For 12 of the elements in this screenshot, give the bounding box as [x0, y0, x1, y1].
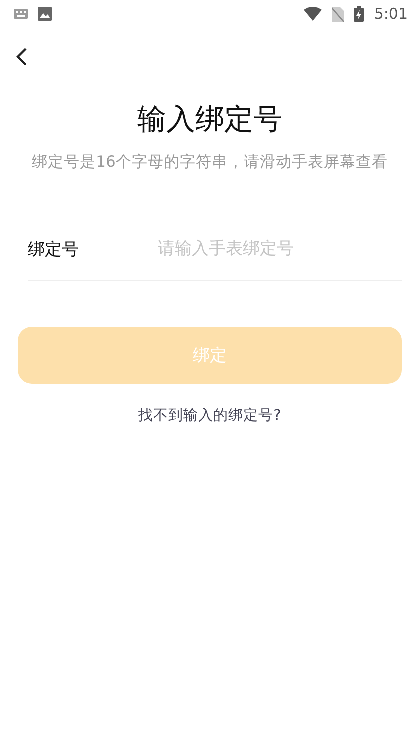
input-field[interactable]: 请输入手表绑定号 [158, 239, 402, 259]
keyboard-icon [14, 9, 28, 19]
subtitle: 绑定号是16个字母的字符串，请滑动手表屏幕查看 [31, 152, 389, 172]
no-sim-icon [332, 6, 344, 22]
page-title: 输入绑定号 [136, 101, 284, 138]
wifi-icon [304, 7, 322, 21]
image-icon [38, 7, 52, 21]
help-link[interactable]: 找不到输入的绑定号? [138, 406, 282, 425]
status-time: 5:01 [374, 5, 408, 23]
field-label: 绑定号 [28, 238, 80, 260]
back-icon [16, 47, 28, 67]
battery-charging-icon [354, 6, 364, 22]
